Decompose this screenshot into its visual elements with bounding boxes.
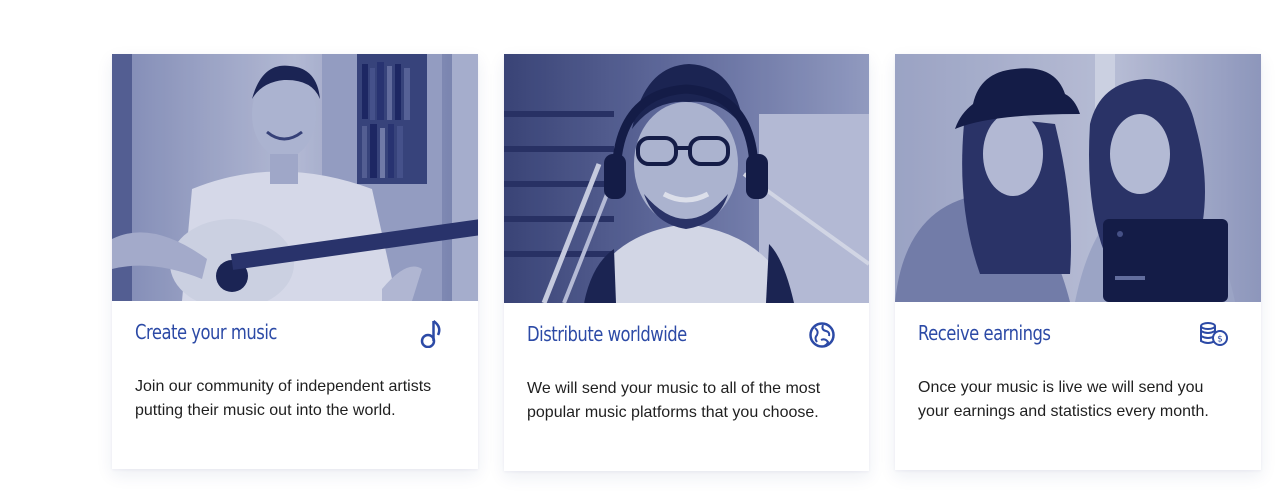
card-title: Receive earnings <box>918 321 1051 345</box>
card-header: Receive earnings $ <box>895 302 1261 360</box>
card-description: We will send your music to all of the mo… <box>527 380 821 421</box>
card-description: Join our community of independent artist… <box>135 378 432 419</box>
headphones-man-photo <box>504 54 869 303</box>
card-title: Create your music <box>135 320 277 344</box>
laptop-women-photo <box>895 54 1261 302</box>
guitarist-photo <box>112 54 478 301</box>
card-title: Distribute worldwide <box>527 322 687 346</box>
coins-icon: $ <box>1199 319 1229 349</box>
globe-icon <box>807 320 837 350</box>
card-description: Once your music is live we will send you… <box>918 379 1209 420</box>
feature-card-create: Create your music Join our community of … <box>112 54 478 469</box>
music-note-icon <box>416 318 446 348</box>
features-section: Create your music Join our community of … <box>0 0 1275 492</box>
card-header: Distribute worldwide <box>504 303 869 361</box>
svg-text:$: $ <box>1217 335 1223 345</box>
card-header: Create your music <box>112 301 478 359</box>
feature-card-distribute: Distribute worldwide We will send your m… <box>504 54 869 471</box>
feature-card-earnings: Receive earnings $ Once your music is li… <box>895 54 1261 470</box>
